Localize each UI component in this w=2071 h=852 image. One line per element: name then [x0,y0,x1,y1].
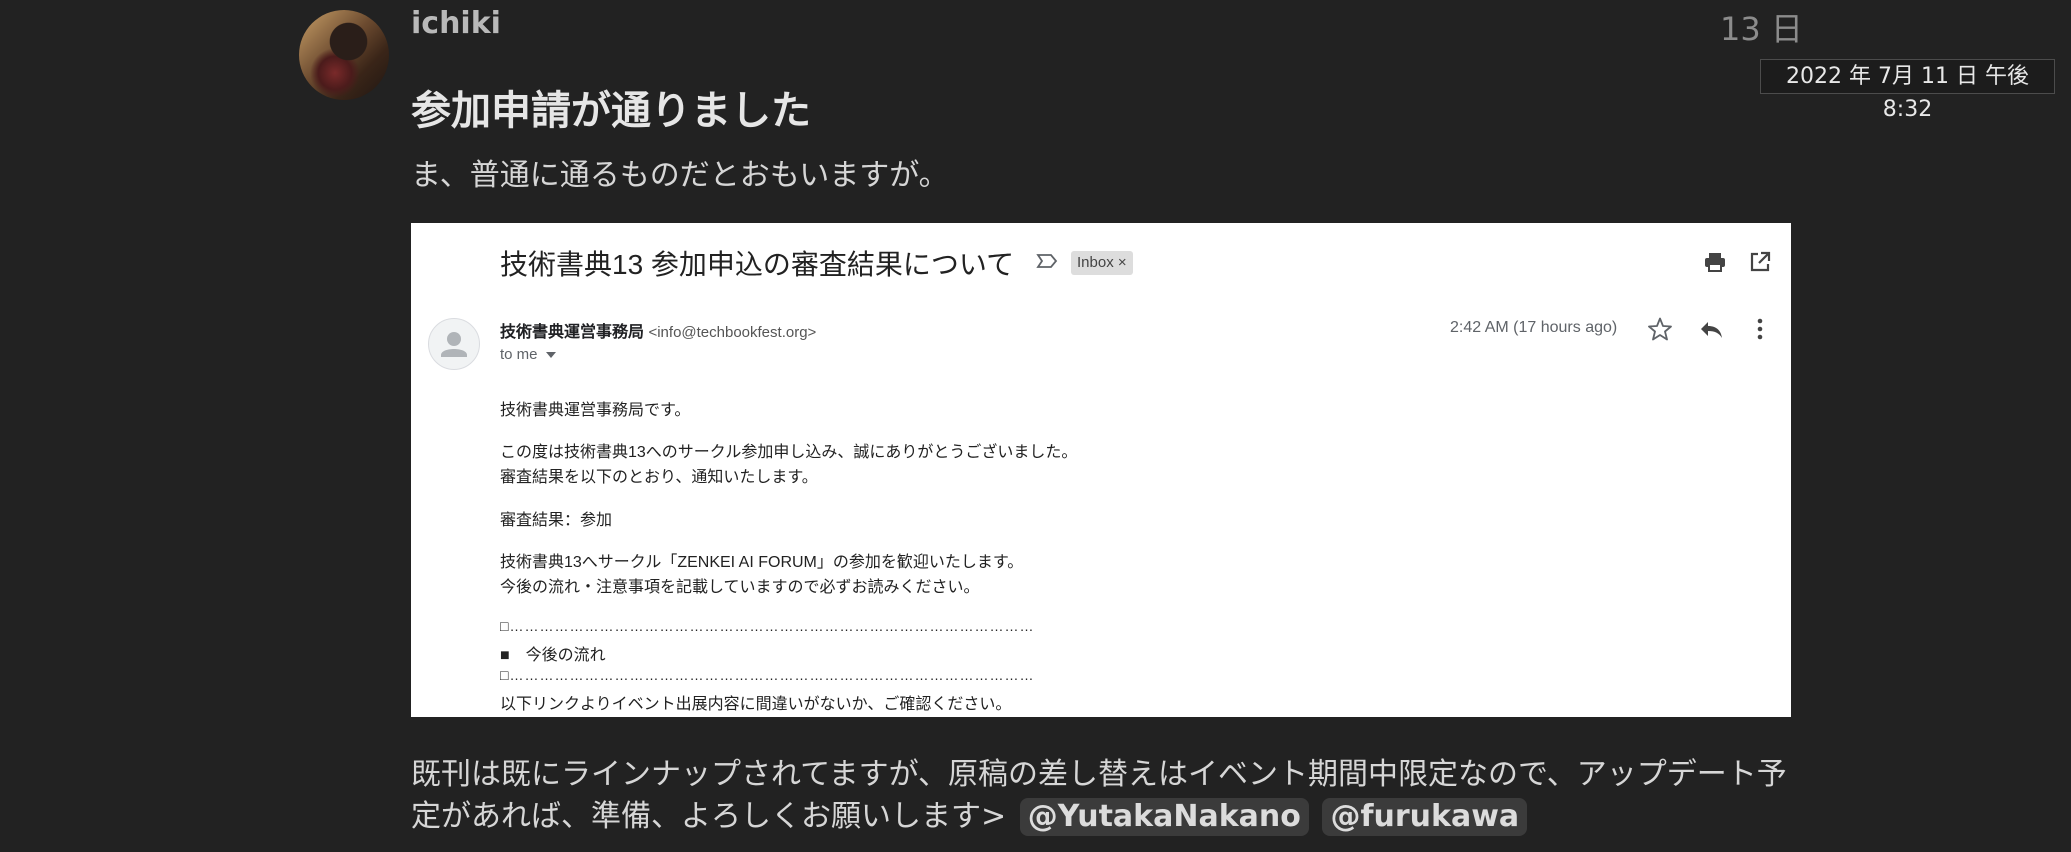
star-icon [1648,317,1672,341]
mention-furukawa[interactable]: @furukawa [1322,798,1528,836]
open-in-new-icon [1750,251,1771,272]
post-date[interactable]: 13 日 [1720,4,1803,50]
comment-text: 既刊は既にラインナップされてますが、原稿の差し替えはイベント期間中限定なので、ア… [411,754,1791,838]
email-line: 今後の流れ・注意事項を記載していますので必ずお読みください。 [500,579,980,596]
email-line: 技術書典13へサークル「ZENKEI AI FORUM」の参加を歓迎いたします。 [500,554,1024,571]
recipient-label: to me [500,346,538,363]
email-line: 以下リンクよりイベント出展内容に間違いがないか、ご確認ください。 [500,696,1012,713]
email-subject: 技術書典13 参加申込の審査結果について [500,249,1015,280]
person-icon [441,332,467,357]
recipient: to me [500,346,556,363]
post-title: 参加申請が通りました [411,88,811,134]
email-line: この度は技術書典13へのサークル参加申し込み、誠にありがとうございました。 [500,444,1078,461]
print-icon [1705,253,1725,272]
email-time: 2:42 AM (17 hours ago) [1450,319,1618,336]
post-subtitle: ま、普通に通るものだとおもいますが。 [411,158,949,193]
sender-name: 技術書典運営事務局 [500,324,645,341]
author-avatar[interactable] [299,10,389,100]
inbox-label: Inbox × [1071,251,1133,275]
label-icon [1036,254,1058,268]
email-line: 審査結果：参加 [500,512,613,529]
sender: 技術書典運営事務局 <info@techbookfest.org> [500,318,816,342]
divider-line: □…………………………………………………………………………………………… [500,618,1035,634]
date-tooltip: 2022 年 7月 11 日 午後 8:32 [1760,59,2055,122]
more-vert-icon [1757,318,1763,340]
email-screenshot[interactable]: 技術書典13 参加申込の審査結果について Inbox × 技術書典運営事務局 <… [411,223,1791,717]
email-line: 審査結果を以下のとおり、通知いたします。 [500,469,818,486]
chevron-down-icon [545,352,556,359]
sender-email: <info@techbookfest.org> [648,324,817,341]
email-line: 技術書典運営事務局です。 [500,402,691,419]
email-line: ■ 今後の流れ [500,647,606,664]
reply-icon [1701,322,1722,338]
author-name[interactable]: ichiki [411,6,501,41]
mention-yutaka[interactable]: @YutakaNakano [1019,798,1309,836]
divider-line: □…………………………………………………………………………………………… [500,667,1035,683]
sender-avatar [428,318,480,370]
